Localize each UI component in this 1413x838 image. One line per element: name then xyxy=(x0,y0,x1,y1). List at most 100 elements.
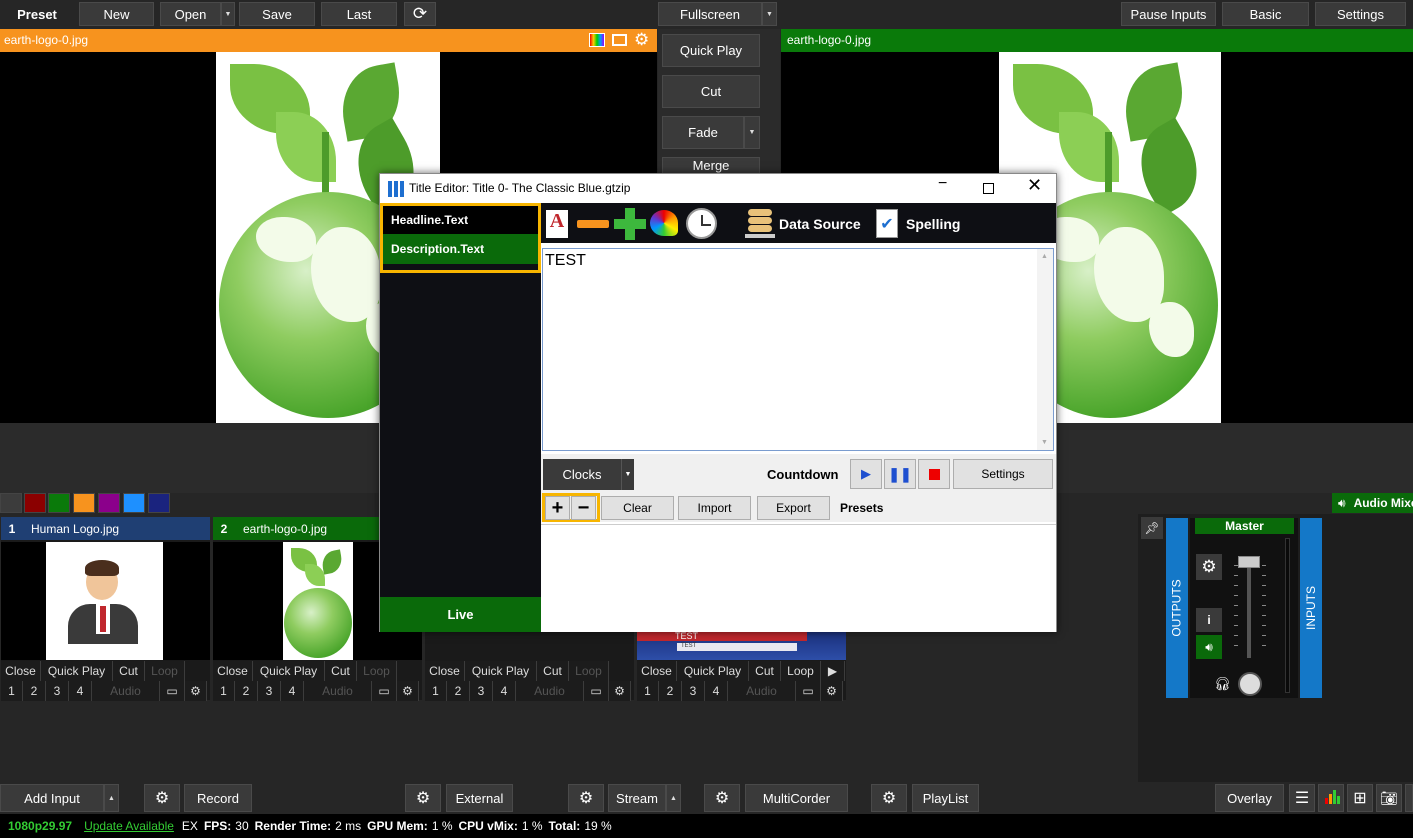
overlay-1-button[interactable]: 1 xyxy=(425,681,447,701)
font-icon[interactable]: A xyxy=(546,210,568,238)
update-available-link[interactable]: Update Available xyxy=(84,819,174,833)
color-tab-navy[interactable] xyxy=(148,493,170,513)
quick-play-button[interactable]: Quick Play xyxy=(465,661,537,681)
maximize-icon[interactable] xyxy=(983,183,994,194)
fullscreen-button[interactable]: Fullscreen xyxy=(658,2,762,26)
external-settings-gear-icon[interactable]: ⚙ xyxy=(405,784,441,812)
import-button[interactable]: Import xyxy=(678,496,751,520)
quick-play-button[interactable]: Quick Play xyxy=(677,661,749,681)
color-bars-icon[interactable] xyxy=(589,33,605,47)
color-tab-purple[interactable] xyxy=(98,493,120,513)
overlay-3-button[interactable]: 3 xyxy=(470,681,493,701)
overlay-3-button[interactable]: 3 xyxy=(258,681,281,701)
stream-settings-gear-icon[interactable]: ⚙ xyxy=(568,784,604,812)
play-icon[interactable]: ▶ xyxy=(821,661,845,681)
fade-dropdown-button[interactable]: ▼ xyxy=(744,116,760,149)
text-editor-area[interactable]: TEST ▲ ▼ xyxy=(542,248,1054,451)
open-dropdown-button[interactable]: ▼ xyxy=(221,2,235,26)
export-button[interactable]: Export xyxy=(757,496,830,520)
overlay-1-button[interactable]: 1 xyxy=(213,681,235,701)
save-button[interactable]: Save xyxy=(239,2,315,26)
field-description[interactable]: Description.Text xyxy=(383,234,538,264)
preset-remove-button[interactable]: − xyxy=(571,496,596,520)
color-tab-blue[interactable] xyxy=(123,493,145,513)
quick-play-button[interactable]: Quick Play xyxy=(41,661,113,681)
refresh-button[interactable]: ⟳ xyxy=(404,2,436,26)
live-button[interactable]: Live xyxy=(380,597,541,632)
overlay-1-button[interactable]: 1 xyxy=(1,681,23,701)
spelling-icon[interactable]: ✔ xyxy=(876,209,898,238)
loop-button[interactable]: Loop xyxy=(781,661,821,681)
quick-play-button[interactable]: Quick Play xyxy=(662,34,760,67)
pin-icon[interactable]: 📌︎ xyxy=(1141,517,1163,539)
close-icon[interactable]: ✕ xyxy=(1027,175,1042,196)
audio-button[interactable]: Audio xyxy=(304,681,372,701)
input-1[interactable]: 1 Human Logo.jpg Close Quick Play Cut Lo… xyxy=(1,517,210,701)
overlay-1-button[interactable]: 1 xyxy=(637,681,659,701)
loop-button[interactable]: Loop xyxy=(145,661,185,681)
data-source-button[interactable]: Data Source xyxy=(779,216,861,232)
monitor-icon[interactable]: ▭ xyxy=(372,681,397,701)
color-tab-red[interactable] xyxy=(24,493,46,513)
cut-button[interactable]: Cut xyxy=(537,661,569,681)
headphone-volume-knob[interactable] xyxy=(1238,672,1262,696)
merge-button[interactable]: Merge xyxy=(662,157,760,174)
clocks-dropdown-caret[interactable]: ▼ xyxy=(621,459,634,490)
close-button[interactable]: Close xyxy=(637,661,677,681)
external-button[interactable]: External xyxy=(446,784,513,812)
countdown-play-button[interactable]: ▶ xyxy=(850,459,882,489)
gear-icon[interactable]: ⚙ xyxy=(185,681,207,701)
quick-play-button[interactable]: Quick Play xyxy=(253,661,325,681)
headphones-icon[interactable]: 🎧︎ xyxy=(1214,676,1231,692)
outputs-tab[interactable]: OUTPUTS xyxy=(1166,518,1188,698)
gear-icon[interactable]: ⚙ xyxy=(609,681,631,701)
fade-button[interactable]: Fade xyxy=(662,116,744,149)
preset-add-button[interactable]: + xyxy=(545,496,570,520)
monitor-icon[interactable]: ▭ xyxy=(796,681,821,701)
clock-icon[interactable] xyxy=(686,208,717,239)
snapshot-camera-icon[interactable]: 📷︎ xyxy=(1376,784,1402,812)
open-button[interactable]: Open xyxy=(160,2,221,26)
extra-button[interactable] xyxy=(1405,784,1413,812)
overlay-3-button[interactable]: 3 xyxy=(682,681,705,701)
mute-button[interactable]: 🔊︎ xyxy=(1196,635,1222,659)
audio-button[interactable]: Audio xyxy=(728,681,796,701)
loop-button[interactable]: Loop xyxy=(357,661,397,681)
loop-button[interactable]: Loop xyxy=(569,661,609,681)
window-icon[interactable] xyxy=(612,34,627,46)
text-scrollbar[interactable]: ▲ ▼ xyxy=(1037,249,1053,450)
multicorder-button[interactable]: MultiCorder xyxy=(745,784,848,812)
audio-meter-icon[interactable] xyxy=(1318,784,1344,812)
minimize-icon[interactable]: − xyxy=(938,175,947,193)
color-tab-green[interactable] xyxy=(48,493,70,513)
clocks-dropdown[interactable]: Clocks xyxy=(543,459,621,490)
new-button[interactable]: New xyxy=(79,2,154,26)
add-input-dropdown-button[interactable]: ▲ xyxy=(104,784,119,812)
remove-icon[interactable] xyxy=(577,220,609,228)
add-input-button[interactable]: Add Input xyxy=(0,784,104,812)
cut-button[interactable]: Cut xyxy=(749,661,781,681)
countdown-settings-button[interactable]: Settings xyxy=(953,459,1053,489)
overlay-4-button[interactable]: 4 xyxy=(69,681,92,701)
info-button[interactable]: i xyxy=(1196,608,1222,632)
gear-icon[interactable]: ⚙ xyxy=(634,30,649,50)
field-headline[interactable]: Headline.Text xyxy=(383,206,538,234)
gear-icon[interactable]: ⚙ xyxy=(821,681,843,701)
clear-button[interactable]: Clear xyxy=(601,496,674,520)
overlay-4-button[interactable]: 4 xyxy=(493,681,516,701)
multicorder-settings-gear-icon[interactable]: ⚙ xyxy=(704,784,740,812)
overlay-2-button[interactable]: 2 xyxy=(23,681,46,701)
preset-button[interactable]: Preset xyxy=(0,2,74,26)
overlay-4-button[interactable]: 4 xyxy=(281,681,304,701)
audio-button[interactable]: Audio xyxy=(92,681,160,701)
playlist-button[interactable]: PlayList xyxy=(912,784,979,812)
audio-button[interactable]: Audio xyxy=(516,681,584,701)
volume-slider[interactable] xyxy=(1238,556,1260,568)
last-button[interactable]: Last xyxy=(321,2,397,26)
audio-mixer-tab[interactable]: 🔊︎ Audio Mixer xyxy=(1332,493,1413,513)
input-thumbnail[interactable] xyxy=(1,542,210,660)
pause-inputs-button[interactable]: Pause Inputs xyxy=(1121,2,1216,26)
monitor-icon[interactable]: ▭ xyxy=(160,681,185,701)
color-palette-icon[interactable] xyxy=(650,210,678,236)
gear-icon[interactable]: ⚙ xyxy=(397,681,419,701)
